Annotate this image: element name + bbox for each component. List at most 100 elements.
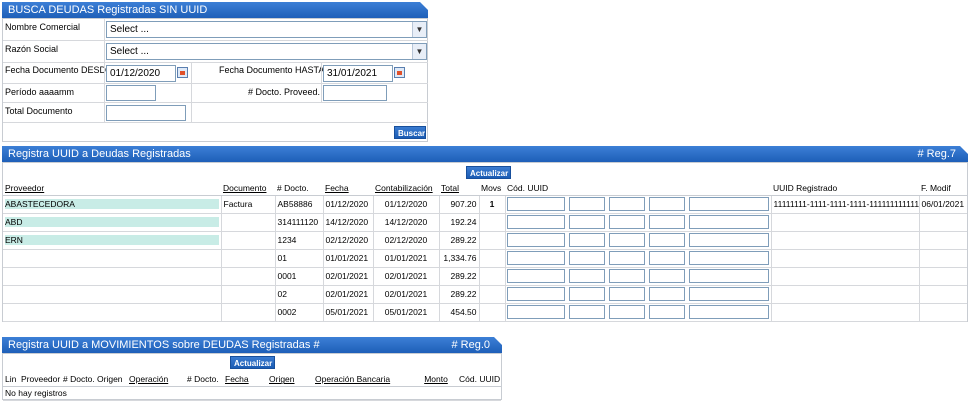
cell-total: 454.50 <box>439 303 480 322</box>
cell-documento <box>221 249 276 268</box>
uuid-segment-input[interactable] <box>608 197 645 211</box>
col-docto-origen: # Docto. Origen <box>61 373 127 387</box>
uuid-segment-input[interactable] <box>608 287 645 301</box>
uuid-segment-input[interactable] <box>568 233 605 247</box>
uuid-segment-input[interactable] <box>688 305 769 319</box>
cell-total: 289.22 <box>439 231 480 250</box>
col-proveedor[interactable]: Proveedor <box>3 182 221 196</box>
chevron-down-icon[interactable]: ▼ <box>412 44 426 59</box>
uuid-segment-input[interactable] <box>608 269 645 283</box>
cell-movs <box>479 213 506 232</box>
col-fecha[interactable]: Fecha <box>223 373 267 387</box>
cell-uuid-registrado <box>771 231 920 250</box>
cell-contabilizacion: 05/01/2021 <box>373 303 440 322</box>
fecha-desde-input[interactable]: 01/12/2020 <box>106 65 176 82</box>
uuid-segment-input[interactable] <box>688 287 769 301</box>
cell-movs <box>479 267 506 286</box>
razon-social-row: Razón Social Select ... ▼ <box>3 41 428 63</box>
column-divider <box>321 63 322 103</box>
calendar-icon[interactable] <box>394 67 405 78</box>
periodo-input[interactable] <box>106 85 156 101</box>
uuid-segment-input[interactable] <box>648 269 685 283</box>
cell-fecha: 05/01/2021 <box>323 303 374 322</box>
uuid-segment-input[interactable] <box>506 269 565 283</box>
cell-documento <box>221 267 276 286</box>
col-contabilizacion[interactable]: Contabilización <box>373 182 439 196</box>
uuid-segment-input[interactable] <box>648 233 685 247</box>
uuid-segment-input[interactable] <box>688 251 769 265</box>
uuid-segment-input[interactable] <box>648 197 685 211</box>
docto-proveed-label: # Docto. Proveed. <box>248 87 321 97</box>
cell-cod-uuid <box>505 195 772 214</box>
col-monto[interactable]: Monto <box>415 373 457 387</box>
cell-contabilizacion: 14/12/2020 <box>373 213 440 232</box>
col-docto: # Docto. <box>185 373 223 387</box>
uuid-segment-input[interactable] <box>506 215 565 229</box>
uuid-segment-input[interactable] <box>688 215 769 229</box>
col-documento[interactable]: Documento <box>221 182 275 196</box>
uuid-segment-input[interactable] <box>568 269 605 283</box>
razon-social-select[interactable]: Select ... ▼ <box>106 43 427 60</box>
nombre-comercial-label: Nombre Comercial <box>5 22 81 32</box>
cell-fecha: 01/12/2020 <box>323 195 374 214</box>
uuid-segment-input[interactable] <box>688 197 769 211</box>
col-total[interactable]: Total <box>439 182 479 196</box>
uuid-segment-input[interactable] <box>648 287 685 301</box>
cell-cod-uuid <box>505 249 772 268</box>
nombre-comercial-value: Select ... <box>110 24 149 35</box>
uuid-segment-input[interactable] <box>568 251 605 265</box>
nombre-comercial-select[interactable]: Select ... ▼ <box>106 21 427 38</box>
cell-proveedor <box>3 249 222 268</box>
uuid-segment-input[interactable] <box>568 215 605 229</box>
uuid-segment-input[interactable] <box>648 215 685 229</box>
uuid-segment-input[interactable] <box>506 305 565 319</box>
empty-message: No hay registros <box>3 386 501 401</box>
uuid-segment-input[interactable] <box>568 197 605 211</box>
total-documento-label: Total Documento <box>5 106 73 116</box>
col-proveedor: Proveedor <box>19 373 61 387</box>
chevron-down-icon[interactable]: ▼ <box>412 22 426 37</box>
cell-movs <box>479 303 506 322</box>
uuid-segment-input[interactable] <box>506 287 565 301</box>
uuid-segment-input[interactable] <box>506 233 565 247</box>
col-operacion[interactable]: Operación <box>127 373 185 387</box>
uuid-segment-input[interactable] <box>608 215 645 229</box>
cell-proveedor: ABD <box>3 213 222 232</box>
uuid-segment-input[interactable] <box>648 251 685 265</box>
uuid-segment-input[interactable] <box>608 233 645 247</box>
uuid-segment-input[interactable] <box>568 287 605 301</box>
cell-total: 289.22 <box>439 285 480 304</box>
col-operacion-bancaria[interactable]: Operación Bancaria <box>313 373 415 387</box>
cell-documento <box>221 213 276 232</box>
uuid-segment-input[interactable] <box>648 305 685 319</box>
cell-proveedor <box>3 285 222 304</box>
header-corner-decoration <box>960 146 968 154</box>
cell-docto: 314111120 <box>275 213 324 232</box>
actualizar-button[interactable]: Actualizar <box>230 356 275 369</box>
actualizar-button[interactable]: Actualizar <box>466 166 511 179</box>
uuid-segment-input[interactable] <box>608 305 645 319</box>
cell-fecha: 02/01/2021 <box>323 285 374 304</box>
docto-proveed-input[interactable] <box>323 85 387 101</box>
table-row: ABD 314111120 14/12/2020 14/12/2020 192.24 <box>3 213 967 232</box>
uuid-segment-input[interactable] <box>506 197 565 211</box>
search-panel: Nombre Comercial Select ... ▼ Razón Soci… <box>2 18 428 142</box>
cell-proveedor: ABASTECEDORA <box>3 195 222 214</box>
fecha-hasta-label: Fecha Documento HASTA <box>219 65 325 75</box>
buscar-button[interactable]: Buscar <box>394 126 426 139</box>
uuid-segment-input[interactable] <box>688 269 769 283</box>
col-origen[interactable]: Origen <box>267 373 313 387</box>
uuid-segment-input[interactable] <box>688 233 769 247</box>
empty-row: No hay registros <box>3 386 501 401</box>
col-fecha[interactable]: Fecha <box>323 182 373 196</box>
table-row: 01 01/01/2021 01/01/2021 1,334.76 <box>3 249 967 268</box>
fecha-hasta-input[interactable]: 31/01/2021 <box>323 65 393 82</box>
cell-docto: 02 <box>275 285 324 304</box>
uuid-segment-input[interactable] <box>608 251 645 265</box>
calendar-icon[interactable] <box>177 67 188 78</box>
total-documento-input[interactable] <box>106 105 186 121</box>
uuid-segment-input[interactable] <box>506 251 565 265</box>
fecha-row: Fecha Documento DESDE 01/12/2020 Fecha D… <box>3 63 428 84</box>
uuid-segment-input[interactable] <box>568 305 605 319</box>
movimientos-header-row: Lin Proveedor # Docto. Origen Operación … <box>3 373 501 387</box>
